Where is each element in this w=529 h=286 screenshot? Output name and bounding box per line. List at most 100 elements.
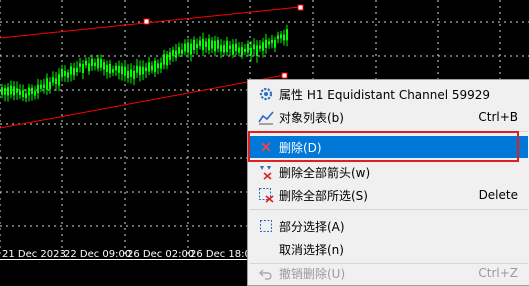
candle-body [49,81,51,89]
candle-body [268,41,270,45]
candle-body [208,38,210,51]
candle-body [148,62,150,72]
candle-body [202,38,204,51]
candle-body [19,90,21,96]
candle-body [151,65,153,71]
candle-body [100,59,102,68]
candle-body [232,44,234,55]
candle-body [73,68,75,76]
candle-body [184,43,186,52]
candle-body [7,87,9,96]
candle-body [106,64,108,73]
candle-body [112,68,114,73]
candle-body [130,69,132,77]
candle-body [154,60,156,73]
candle-body [256,45,258,57]
candle-body [28,87,30,96]
candle-body [109,63,111,74]
candle-body [70,66,72,75]
candle-body [280,34,282,39]
candle-body [172,49,174,56]
candle-body [160,62,162,69]
undo-icon [258,265,274,281]
candle-body [121,66,123,75]
candle-body [64,70,66,76]
context-menu: 属性 H1 Equidistant Channel 59929 对象列表(b) … [247,79,529,286]
menu-item-deselect[interactable]: 取消选择(n) [250,238,528,260]
menu-item-label: 删除全部箭头(w) [279,165,371,180]
menu-item-label: 对象列表(b) [279,110,344,125]
candle-body [94,62,96,67]
candle-body [214,40,216,52]
candle-body [133,70,135,79]
candle-body [250,47,252,55]
candle-body [88,63,90,72]
candle-body [229,45,231,49]
candle-body [43,84,45,88]
channel-anchor-point [297,4,304,11]
menu-item-delete-all-selected[interactable]: 删除全部所选(S) Delete [250,184,528,206]
candle-body [220,45,222,52]
candle-body [136,65,138,73]
candle-body [262,42,264,51]
candle-body [205,41,207,47]
candle-body [91,58,93,67]
candle-body [61,69,63,77]
candle-body [25,93,27,99]
candle-body [127,70,129,78]
candle-body [181,49,183,54]
delete-arrows-icon [258,164,274,180]
candle-body [265,39,267,49]
time-axis-label: 22 Dec 09:00 [64,249,132,260]
candle-body [274,39,276,48]
candle-body [139,66,141,76]
menu-item-object-list[interactable]: 对象列表(b) Ctrl+B [250,106,528,128]
candle-body [193,39,195,50]
candle-body [244,48,246,52]
candle-body [253,44,255,50]
candle-body [85,60,87,66]
candle-body [79,63,81,67]
candle-body [142,66,144,75]
menu-item-label: 取消选择(n) [279,242,344,257]
candle-body [271,39,273,44]
menu-item-undo-delete[interactable]: 撤销删除(U) Ctrl+Z [250,262,528,284]
candle-body [175,50,177,58]
candle-body [187,42,189,53]
candle-body [226,40,228,52]
menu-item-partial-select[interactable]: 部分选择(A) [250,215,528,237]
time-axis-label: 21 Dec 2023 [2,249,66,260]
candle-body [22,90,24,97]
candle-body [10,85,12,95]
candle-body [124,66,126,76]
candle-body [190,43,192,55]
candle-body [82,64,84,73]
candle-body [1,87,3,95]
candle-body [118,65,120,73]
candle-body [37,84,39,94]
candle-body [40,84,42,89]
menu-item-label: 属性 H1 Equidistant Channel 59929 [279,87,491,102]
candle-body [178,47,180,54]
menu-item-delete-all-arrows[interactable]: 删除全部箭头(w) [250,161,528,183]
menu-item-label: 部分选择(A) [279,219,345,234]
candle-body [55,78,57,84]
menu-separator [250,209,528,210]
menu-item-properties[interactable]: 属性 H1 Equidistant Channel 59929 [250,83,528,105]
candle-body [217,40,219,49]
candle-body [283,34,285,41]
candle-body [58,74,60,86]
candle-body [34,90,36,96]
candle-body [163,54,165,65]
candle-body [259,45,261,49]
candle-body [103,62,105,70]
candle-body [277,35,279,40]
candle-body [97,58,99,69]
candle-body [286,29,288,41]
channel-anchor-point [281,72,288,79]
candle-body [247,43,249,53]
menu-item-shortcut: Delete [478,188,518,202]
menu-item-shortcut: Ctrl+Z [478,266,518,280]
candle-body [223,45,225,53]
candle-body [199,40,201,46]
